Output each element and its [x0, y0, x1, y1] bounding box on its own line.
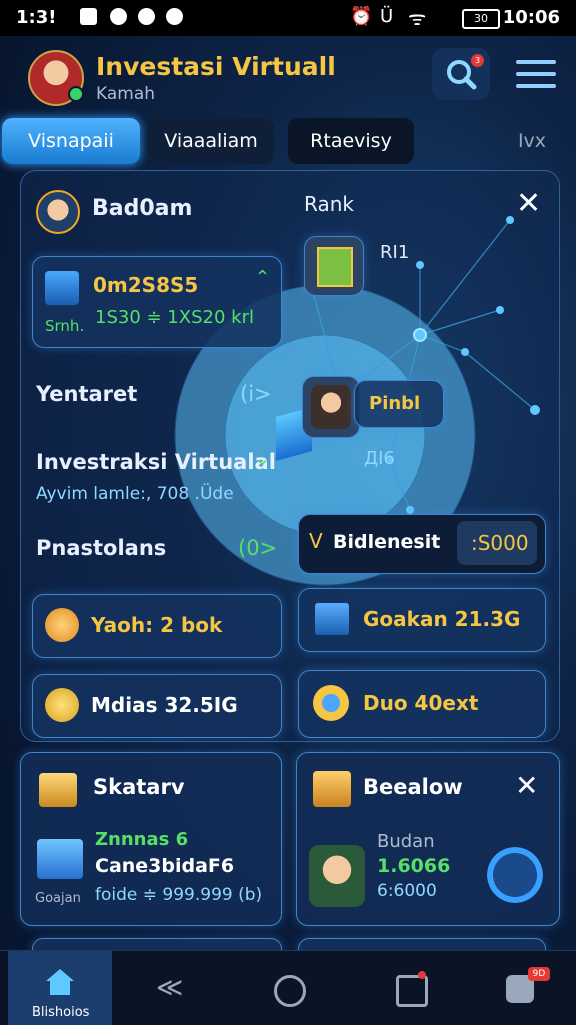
tab-viaaaliam[interactable]: Viaaaliam	[148, 118, 274, 164]
timer-icon	[274, 975, 306, 1007]
notification-icon	[166, 8, 183, 25]
nav-notifications[interactable]	[358, 951, 462, 1025]
status-time: 1:3!	[16, 7, 57, 28]
grid-card-duo[interactable]: Duo 40ext	[298, 670, 546, 738]
stat-right: 1S30 ≑ 1XS20 krl	[95, 307, 254, 328]
home-icon	[46, 969, 74, 995]
magnifier-icon	[313, 685, 349, 721]
tab-rtaevisy[interactable]: Rtaevisy	[288, 118, 414, 164]
menu-icon-line	[516, 84, 556, 88]
stat-left: Srnh.	[45, 317, 85, 335]
profile-badge: 9D	[528, 967, 550, 981]
character-avatar	[309, 845, 365, 907]
menu-button[interactable]	[516, 60, 556, 90]
investment-title: Investraksi Virtualal	[36, 450, 276, 474]
card-line3: 6:6000	[377, 881, 437, 901]
nav-share[interactable]: ≪	[118, 951, 222, 1025]
chip-icon	[317, 247, 353, 287]
nav-home[interactable]: Blishoios	[8, 951, 112, 1025]
card-line2: 1.6066	[377, 855, 451, 877]
grid-label: Mdias 32.5IG	[91, 693, 238, 717]
notification-icon	[80, 8, 97, 25]
close-icon[interactable]: ✕	[515, 769, 538, 802]
investment-meta: Ayvim lamle:, 708 .Üde	[36, 484, 234, 504]
card-title: Skatarv	[93, 775, 185, 799]
wifi-icon: ᯤ	[408, 6, 427, 30]
card-line2: Cane3bidaF6	[95, 855, 235, 877]
card-skatarv[interactable]: Skatarv Znnnas 6 Cane3bidaF6 Goajan foid…	[20, 752, 282, 926]
card-line1: Znnnas 6	[95, 829, 189, 850]
vibrate-icon: Ü	[380, 6, 394, 27]
avatar[interactable]	[28, 50, 84, 106]
page-subtitle: Kamah	[96, 84, 156, 104]
user-avatar[interactable]	[36, 190, 80, 234]
cube-icon	[45, 271, 79, 305]
menu-icon-line	[516, 72, 556, 76]
status-bar: 1:3! ⏰ Ü ᯤ 30 10:06	[0, 0, 576, 36]
v-icon: V	[309, 529, 323, 553]
card-beealow[interactable]: Beealow ✕ Budan 1.6066 6:6000	[296, 752, 560, 926]
rank-value: RI1	[380, 242, 410, 263]
rank-node[interactable]	[304, 236, 364, 296]
card-caption: Goajan	[35, 891, 81, 906]
nav-timer[interactable]	[236, 951, 340, 1025]
bell-box-icon	[396, 975, 428, 1007]
status-right-time: 10:06	[502, 7, 560, 28]
card-title: Beealow	[363, 775, 463, 799]
node-value: ДΙ6	[364, 448, 395, 469]
rank-label: Rank	[304, 192, 354, 216]
coin-icon	[45, 688, 79, 722]
action-circle-button[interactable]	[487, 847, 543, 903]
treasure-icon	[313, 771, 351, 807]
notification-icon	[138, 8, 155, 25]
row-label-pnastolans: Pnastolans	[36, 536, 167, 560]
grid-card-goakan[interactable]: Goakan 21.3G	[298, 588, 546, 652]
grid-label: Yaoh: 2 bok	[91, 613, 223, 637]
nav-home-label: Blishoios	[32, 1005, 90, 1020]
search-badge: 3	[471, 54, 484, 67]
user-name: Bad0am	[92, 196, 193, 221]
tab-visnapaii[interactable]: Visnapaii	[2, 118, 140, 164]
notification-dot	[418, 971, 426, 979]
box-icon	[315, 603, 349, 635]
tab-ivx[interactable]: Ivx	[500, 118, 564, 164]
menu-icon	[516, 60, 556, 64]
bid-card[interactable]: V Bidlenesit :S000	[298, 514, 546, 574]
chevron-down-icon[interactable]: ⌄	[254, 446, 271, 470]
card-meta: foide ≑ 999.999 (b)	[95, 885, 263, 905]
grid-label: Goakan 21.3G	[363, 607, 521, 631]
character-avatar	[311, 385, 351, 429]
trend-up-icon: ⌃	[255, 267, 271, 288]
row-label-yentaret: Yentaret	[36, 382, 138, 406]
nav-profile[interactable]: 9D	[468, 951, 572, 1025]
bid-label: Bidlenesit	[333, 531, 441, 553]
node-label: Pinbl	[369, 393, 421, 414]
page-title: Investasi Virtuall	[96, 52, 336, 81]
search-coin-icon	[45, 608, 79, 642]
bid-value: :S000	[471, 531, 529, 555]
avatar-node[interactable]	[302, 376, 360, 438]
stat-value: 0m2S8S5	[93, 273, 199, 297]
card-line1: Budan	[377, 831, 435, 852]
grid-label: Duo 40ext	[363, 691, 479, 715]
row-action-pnastolans[interactable]: (0>	[238, 536, 277, 560]
notification-icon	[110, 8, 127, 25]
share-icon: ≪	[156, 973, 184, 1003]
stack-icon	[39, 773, 77, 807]
row-action-yentaret[interactable]: (i>	[240, 382, 272, 406]
grid-card-mdias[interactable]: Mdias 32.5IG	[32, 674, 282, 738]
alarm-icon: ⏰	[350, 6, 373, 27]
node-card[interactable]: Pinbl	[354, 380, 444, 428]
stat-card[interactable]: 0m2S8S5 ⌃ Srnh. 1S30 ≑ 1XS20 krl	[32, 256, 282, 348]
search-button[interactable]: 3	[432, 48, 490, 100]
grid-card-yaoh[interactable]: Yaoh: 2 bok	[32, 594, 282, 658]
close-icon[interactable]: ✕	[516, 186, 541, 221]
online-indicator	[68, 86, 84, 102]
building-icon	[37, 839, 83, 879]
battery-icon: 30	[462, 9, 500, 29]
bottom-nav: Blishoios ≪ 9D	[0, 950, 576, 1025]
